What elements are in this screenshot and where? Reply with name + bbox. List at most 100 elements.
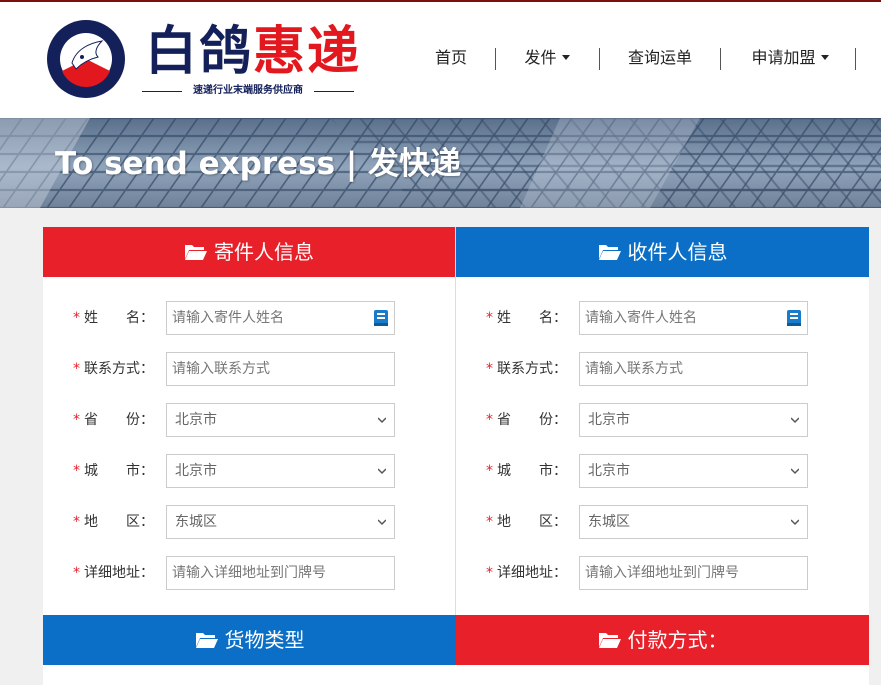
required-mark: *	[73, 412, 80, 428]
required-mark: *	[486, 361, 493, 377]
sender-name-input[interactable]: 请输入寄件人姓名	[166, 301, 395, 335]
nav-divider	[599, 48, 600, 70]
nav-send-dropdown[interactable]: 发件	[521, 44, 573, 72]
sender-panel-title: 寄件人信息	[214, 240, 314, 264]
folder-open-icon	[185, 244, 207, 260]
nav-join-dropdown[interactable]: 申请加盟	[748, 44, 832, 72]
bottom-section-body	[43, 665, 869, 685]
nav-divider	[720, 48, 721, 70]
receiver-address-placeholder: 请输入详细地址到门牌号	[585, 565, 739, 581]
tagline-rule-right	[314, 91, 354, 92]
brand-wordmark: 白鸽惠递	[145, 22, 361, 82]
receiver-panel: 收件人信息 * 姓 名： 请输入寄件人姓名 * 联系方式： 请输入联系方式 * 省 份…	[456, 227, 869, 617]
sender-province-select[interactable]: 北京市	[166, 403, 395, 437]
sender-district-select[interactable]: 东城区	[166, 505, 395, 539]
brand-tagline: 速递行业末端服务供应商	[142, 83, 354, 99]
receiver-district-select[interactable]: 东城区	[579, 505, 808, 539]
receiver-phone-input[interactable]: 请输入联系方式	[579, 352, 808, 386]
sender-name-placeholder: 请输入寄件人姓名	[172, 310, 284, 326]
folder-open-icon	[598, 244, 621, 260]
chevron-down-icon	[820, 55, 829, 60]
sender-city-row: * 城 市： 北京市	[43, 454, 456, 488]
sender-district-row: * 地 区： 东城区	[43, 505, 456, 539]
receiver-address-input[interactable]: 请输入详细地址到门牌号	[579, 556, 808, 590]
receiver-phone-placeholder: 请输入联系方式	[585, 361, 683, 377]
nav-join-label: 申请加盟	[751, 48, 816, 67]
chevron-down-icon	[378, 468, 386, 475]
required-mark: *	[73, 361, 80, 377]
receiver-address-row: * 详细地址： 请输入详细地址到门牌号	[456, 556, 869, 590]
address-book-icon[interactable]	[784, 308, 804, 328]
receiver-province-label-text: 省 份：	[497, 412, 567, 428]
required-mark: *	[73, 463, 80, 479]
required-mark: *	[486, 412, 493, 428]
receiver-address-label-text: 详细地址：	[497, 565, 567, 581]
nav-home-label: 首页	[434, 48, 467, 67]
sender-city-label: * 城 市：	[73, 454, 154, 488]
payment-method-title: 付款方式：	[627, 628, 728, 652]
sender-city-label-text: 城 市：	[84, 463, 154, 479]
required-mark: *	[486, 463, 493, 479]
chevron-down-icon	[378, 519, 386, 526]
receiver-phone-label: * 联系方式：	[486, 352, 567, 386]
sender-address-row: * 详细地址： 请输入详细地址到门牌号	[43, 556, 456, 590]
brand-part-2: 惠递	[253, 22, 362, 82]
page-banner: To send express | 发快递	[0, 118, 881, 208]
sender-name-row: * 姓 名： 请输入寄件人姓名	[43, 301, 456, 335]
receiver-district-value: 东城区	[588, 514, 630, 530]
sender-address-label: * 详细地址：	[73, 556, 154, 590]
chevron-down-icon	[378, 417, 386, 424]
sender-phone-label-text: 联系方式：	[84, 361, 154, 377]
sender-panel: 寄件人信息 * 姓 名： 请输入寄件人姓名 * 联系方式： 请输入联系方式 * 省 份…	[43, 227, 456, 617]
receiver-province-select[interactable]: 北京市	[579, 403, 808, 437]
receiver-province-row: * 省 份： 北京市	[456, 403, 869, 437]
chevron-down-icon	[791, 417, 799, 424]
sender-panel-header: 寄件人信息	[43, 227, 455, 277]
required-mark: *	[73, 310, 80, 326]
receiver-district-row: * 地 区： 东城区	[456, 505, 869, 539]
address-book-icon[interactable]	[371, 308, 391, 328]
receiver-name-input[interactable]: 请输入寄件人姓名	[579, 301, 808, 335]
payment-method-header: 付款方式：	[456, 615, 869, 665]
sender-city-select[interactable]: 北京市	[166, 454, 395, 488]
receiver-district-label: * 地 区：	[486, 505, 567, 539]
receiver-address-label: * 详细地址：	[486, 556, 567, 590]
receiver-city-value: 北京市	[588, 463, 630, 479]
banner-title: To send express | 发快递	[55, 146, 461, 182]
nav-track-label: 查询运单	[627, 48, 692, 67]
chevron-down-icon	[791, 468, 799, 475]
sender-province-value: 北京市	[175, 412, 217, 428]
sender-name-label: * 姓 名：	[73, 301, 154, 335]
brand-part-1: 白鸽	[145, 22, 254, 82]
sender-province-label: * 省 份：	[73, 403, 154, 437]
sender-address-label-text: 详细地址：	[84, 565, 154, 581]
nav-divider	[495, 48, 496, 70]
nav-track-waybill[interactable]: 查询运单	[625, 44, 695, 72]
receiver-name-label-text: 姓 名：	[497, 310, 567, 326]
receiver-phone-label-text: 联系方式：	[497, 361, 567, 377]
sender-district-value: 东城区	[175, 514, 217, 530]
chevron-down-icon	[791, 519, 799, 526]
sender-province-label-text: 省 份：	[84, 412, 154, 428]
folder-open-icon	[195, 632, 218, 648]
sender-phone-input[interactable]: 请输入联系方式	[166, 352, 395, 386]
required-mark: *	[486, 565, 493, 581]
receiver-panel-title: 收件人信息	[627, 240, 728, 264]
receiver-name-row: * 姓 名： 请输入寄件人姓名	[456, 301, 869, 335]
required-mark: *	[73, 514, 80, 530]
nav-home[interactable]: 首页	[433, 44, 469, 72]
receiver-city-select[interactable]: 北京市	[579, 454, 808, 488]
sender-name-label-text: 姓 名：	[84, 310, 154, 326]
goods-type-title: 货物类型	[224, 628, 305, 652]
sender-district-label: * 地 区：	[73, 505, 154, 539]
sender-phone-placeholder: 请输入联系方式	[172, 361, 270, 377]
chevron-down-icon	[561, 55, 570, 60]
required-mark: *	[486, 514, 493, 530]
receiver-name-placeholder: 请输入寄件人姓名	[585, 310, 697, 326]
white-dove-logo[interactable]	[46, 19, 126, 99]
folder-open-icon	[598, 632, 621, 648]
sender-district-label-text: 地 区：	[84, 514, 154, 530]
sender-phone-label: * 联系方式：	[73, 352, 154, 386]
sender-address-input[interactable]: 请输入详细地址到门牌号	[166, 556, 395, 590]
receiver-province-label: * 省 份：	[486, 403, 567, 437]
